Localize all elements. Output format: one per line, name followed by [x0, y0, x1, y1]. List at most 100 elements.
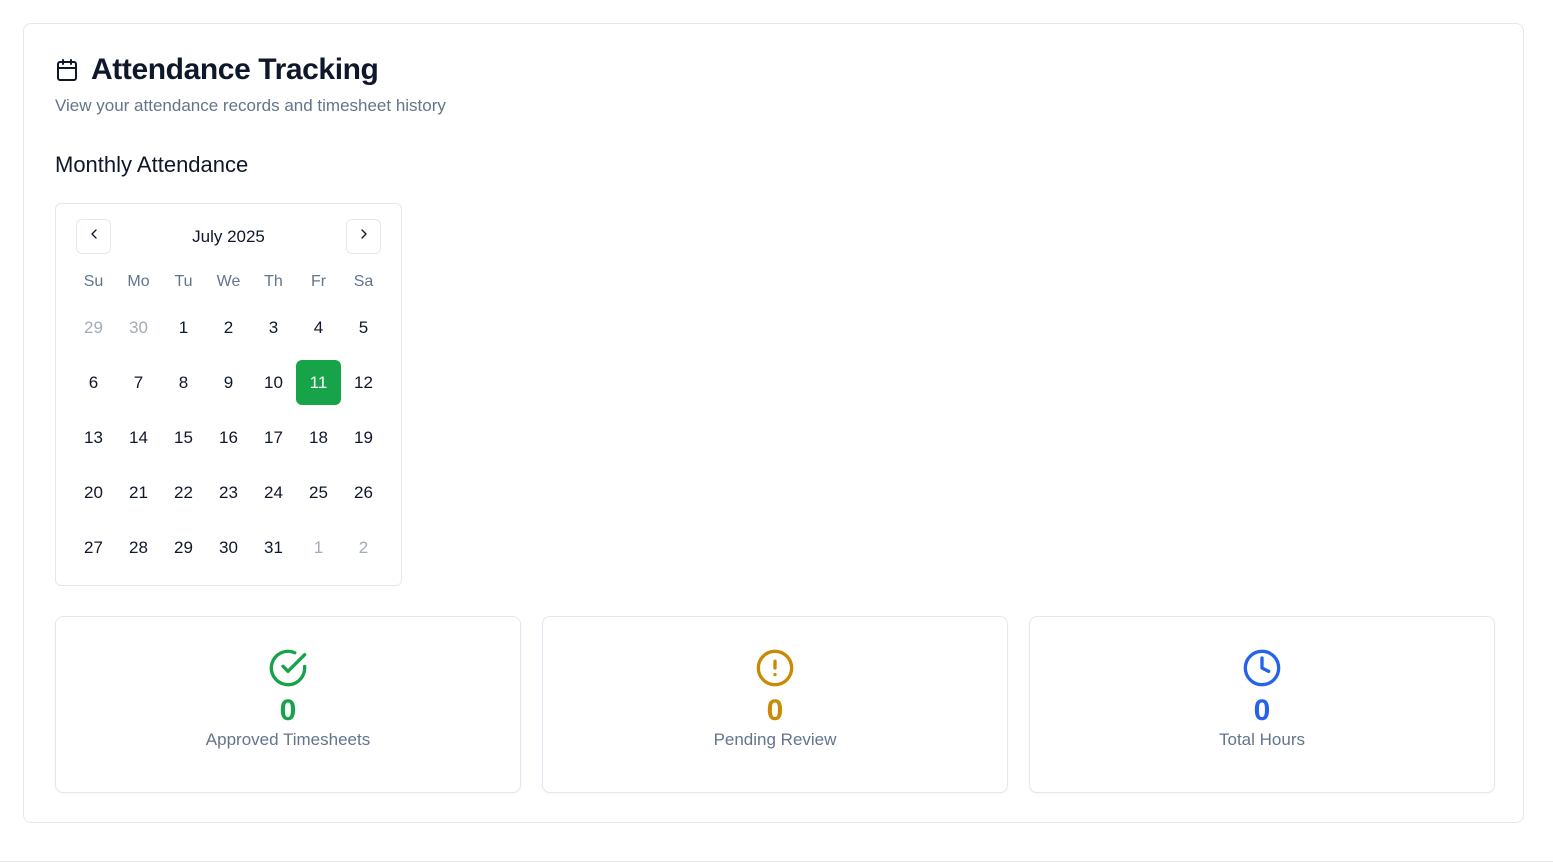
- previous-month-button[interactable]: [76, 219, 111, 254]
- day-cell: 24: [251, 470, 296, 525]
- day-cell: 29: [161, 525, 206, 580]
- pending-review-card: 0 Pending Review: [542, 616, 1008, 793]
- day-cell: 8: [161, 360, 206, 415]
- day-cell: 26: [341, 470, 386, 525]
- day-button[interactable]: 12: [341, 360, 386, 405]
- approved-timesheets-card: 0 Approved Timesheets: [55, 616, 521, 793]
- pending-label: Pending Review: [713, 730, 837, 749]
- day-button[interactable]: 29: [161, 525, 206, 570]
- day-cell: 5: [341, 305, 386, 360]
- day-cell: 7: [116, 360, 161, 415]
- total-hours-label: Total Hours: [1219, 730, 1305, 749]
- day-button[interactable]: 26: [341, 470, 386, 515]
- title-row: Attendance Tracking: [55, 50, 1493, 90]
- day-cell: 27: [71, 525, 116, 580]
- page-title: Attendance Tracking: [91, 53, 379, 86]
- day-cell: 29: [71, 305, 116, 360]
- outside-day-button[interactable]: 1: [296, 525, 341, 570]
- day-cell: 2: [341, 525, 386, 580]
- day-button[interactable]: 9: [206, 360, 251, 405]
- day-cell: 12: [341, 360, 386, 415]
- total-hours-value: 0: [1253, 694, 1271, 727]
- day-button[interactable]: 2: [206, 305, 251, 350]
- calendar-header: July 2025: [76, 219, 381, 254]
- outside-day-button[interactable]: 2: [341, 525, 386, 570]
- total-hours-card: 0 Total Hours: [1029, 616, 1495, 793]
- day-cell: 17: [251, 415, 296, 470]
- weekday-label: We: [216, 273, 241, 290]
- day-button[interactable]: 19: [341, 415, 386, 460]
- weekday-label: Fr: [310, 273, 327, 290]
- day-cell: 25: [296, 470, 341, 525]
- day-cell: 16: [206, 415, 251, 470]
- weekday-label: Su: [83, 273, 104, 290]
- day-button[interactable]: 24: [251, 470, 296, 515]
- outside-day-button[interactable]: 29: [71, 305, 116, 350]
- weekday-label: Mo: [127, 273, 150, 290]
- day-button[interactable]: 23: [206, 470, 251, 515]
- day-cell: 11: [296, 360, 341, 415]
- weekday-label: Tu: [174, 273, 193, 290]
- weekday-label: Th: [264, 273, 283, 290]
- day-cell: 30: [206, 525, 251, 580]
- weekday-row: Su Mo Tu We Th Fr Sa: [71, 270, 386, 294]
- day-button[interactable]: 8: [161, 360, 206, 405]
- day-cell: 31: [251, 525, 296, 580]
- calendar: July 2025 Su Mo Tu We Th Fr Sa 29 30 1 2 3 4 5 6 7 8 9 10…: [55, 203, 402, 586]
- day-button[interactable]: 30: [206, 525, 251, 570]
- stats-row: 0 Approved Timesheets 0 Pending Review 0…: [55, 616, 1495, 793]
- day-cell: 21: [116, 470, 161, 525]
- month-label: July 2025: [192, 227, 265, 246]
- day-button[interactable]: 17: [251, 415, 296, 460]
- page-divider: [0, 861, 1553, 862]
- day-cell: 2: [206, 305, 251, 360]
- day-button[interactable]: 13: [71, 415, 116, 460]
- clock-icon: [1242, 648, 1282, 688]
- selected-day-button[interactable]: 11: [296, 360, 341, 405]
- day-cell: 4: [296, 305, 341, 360]
- day-cell: 1: [296, 525, 341, 580]
- day-button[interactable]: 16: [206, 415, 251, 460]
- approved-count: 0: [279, 694, 297, 727]
- day-cell: 18: [296, 415, 341, 470]
- day-button[interactable]: 18: [296, 415, 341, 460]
- day-button[interactable]: 7: [116, 360, 161, 405]
- day-button[interactable]: 10: [251, 360, 296, 405]
- day-cell: 19: [341, 415, 386, 470]
- weekday-label: Sa: [353, 273, 374, 290]
- day-button[interactable]: 25: [296, 470, 341, 515]
- calendar-icon: [55, 58, 79, 82]
- day-cell: 30: [116, 305, 161, 360]
- day-button[interactable]: 31: [251, 525, 296, 570]
- alert-circle-icon: [755, 648, 795, 688]
- check-circle-icon: [268, 648, 308, 688]
- day-button[interactable]: 27: [71, 525, 116, 570]
- day-cell: 23: [206, 470, 251, 525]
- approved-label: Approved Timesheets: [205, 730, 371, 749]
- card-header: Attendance Tracking View your attendance…: [55, 50, 1493, 116]
- day-button[interactable]: 15: [161, 415, 206, 460]
- day-button[interactable]: 3: [251, 305, 296, 350]
- day-button[interactable]: 6: [71, 360, 116, 405]
- day-button[interactable]: 4: [296, 305, 341, 350]
- day-cell: 1: [161, 305, 206, 360]
- day-button[interactable]: 14: [116, 415, 161, 460]
- day-button[interactable]: 1: [161, 305, 206, 350]
- day-grid: 29 30 1 2 3 4 5 6 7 8 9 10 11 12 13 14 15 16 17 18 19 20 21 22 2…: [71, 305, 386, 580]
- pending-count: 0: [766, 694, 784, 727]
- day-cell: 20: [71, 470, 116, 525]
- day-cell: 22: [161, 470, 206, 525]
- day-button[interactable]: 20: [71, 470, 116, 515]
- day-cell: 9: [206, 360, 251, 415]
- day-cell: 14: [116, 415, 161, 470]
- outside-day-button[interactable]: 30: [116, 305, 161, 350]
- day-button[interactable]: 21: [116, 470, 161, 515]
- day-cell: 15: [161, 415, 206, 470]
- day-button[interactable]: 28: [116, 525, 161, 570]
- next-month-button[interactable]: [346, 219, 381, 254]
- day-button[interactable]: 22: [161, 470, 206, 515]
- chevron-left-icon: [86, 226, 102, 247]
- day-button[interactable]: 5: [341, 305, 386, 350]
- day-cell: 28: [116, 525, 161, 580]
- day-cell: 3: [251, 305, 296, 360]
